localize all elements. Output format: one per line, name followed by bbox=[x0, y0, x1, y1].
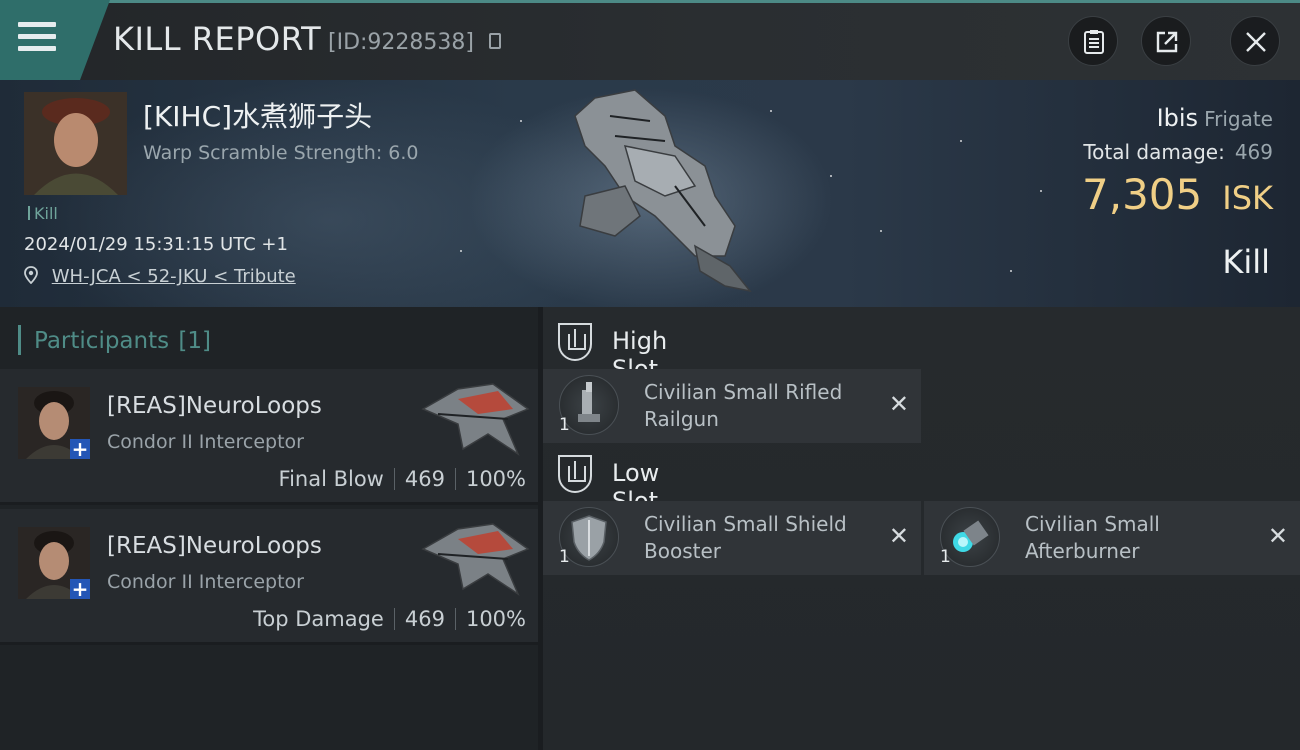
participant-ship: Condor II Interceptor bbox=[107, 571, 304, 593]
add-contact-icon[interactable]: + bbox=[70, 439, 90, 459]
victim-name: [KIHC]水煮狮子头 bbox=[143, 100, 373, 133]
total-damage: Total damage: 469 bbox=[1083, 140, 1273, 164]
participant-ship-image bbox=[421, 523, 530, 597]
module-item[interactable]: 1 Civilian Small Shield Booster ✕ bbox=[543, 501, 921, 575]
participants-label: Participants bbox=[34, 328, 170, 354]
module-quantity: 1 bbox=[940, 547, 951, 567]
participant-percent: 100% bbox=[465, 607, 526, 631]
kill-datetime: 2024/01/29 15:31:15 UTC +1 bbox=[24, 234, 288, 255]
module-quantity: 1 bbox=[559, 415, 570, 435]
close-button[interactable] bbox=[1230, 16, 1280, 66]
module-item[interactable]: 1 Civilian Small Rifled Railgun ✕ bbox=[543, 369, 921, 443]
victim-ship-class: Frigate bbox=[1204, 107, 1273, 131]
victim-ship-image bbox=[574, 89, 752, 293]
clipboard-icon bbox=[1084, 30, 1104, 54]
participant-ship-image bbox=[421, 383, 530, 457]
participants-panel: Participants [1] + [REAS]NeuroLoops Cond… bbox=[0, 307, 538, 750]
clipboard-button[interactable] bbox=[1068, 16, 1118, 66]
title-bar-accent bbox=[0, 0, 1300, 3]
participant-name: [REAS]NeuroLoops bbox=[107, 533, 322, 559]
low-slot-icon bbox=[558, 455, 592, 493]
total-damage-label: Total damage: bbox=[1083, 140, 1225, 164]
kill-result: Kill bbox=[1222, 243, 1270, 281]
participant-name: [REAS]NeuroLoops bbox=[107, 393, 322, 419]
participant-portrait[interactable]: + bbox=[18, 527, 90, 599]
isk-unit: ISK bbox=[1222, 179, 1273, 217]
participant-stats: Final Blow 469 100% bbox=[279, 467, 526, 491]
module-quantity: 1 bbox=[559, 547, 570, 567]
participant-row[interactable]: + [REAS]NeuroLoops Condor II Interceptor… bbox=[0, 509, 538, 645]
participant-damage: 469 bbox=[404, 467, 445, 491]
isk-value: 7,305 bbox=[1082, 170, 1203, 219]
participant-role: Top Damage bbox=[253, 607, 384, 631]
total-damage-value: 469 bbox=[1234, 140, 1273, 164]
close-icon bbox=[1246, 32, 1266, 52]
kill-tag: Kill bbox=[28, 204, 58, 223]
module-name: Civilian Small Afterburner bbox=[1025, 512, 1160, 563]
close-icon[interactable]: ✕ bbox=[1268, 524, 1288, 548]
menu-button[interactable] bbox=[0, 0, 110, 80]
module-item[interactable]: 1 Civilian Small Afterburner ✕ bbox=[924, 501, 1300, 575]
isk-value-display: 7,305 ISK bbox=[1082, 170, 1273, 219]
page-title: KILL REPORT bbox=[113, 20, 322, 58]
victim-portrait[interactable] bbox=[24, 92, 127, 195]
high-slot-icon bbox=[558, 323, 592, 361]
participant-stats: Top Damage 469 100% bbox=[253, 607, 526, 631]
fitting-panel: High Slot 1 Civilian Small Rifled Railgu… bbox=[538, 307, 1300, 750]
participants-header: Participants [1] bbox=[18, 325, 211, 357]
participant-percent: 100% bbox=[465, 467, 526, 491]
copy-icon[interactable] bbox=[489, 33, 501, 49]
victim-ship-name: Ibis bbox=[1156, 104, 1199, 132]
kill-location[interactable]: WH-JCA < 52-JKU < Tribute bbox=[24, 266, 296, 287]
participant-portrait[interactable]: + bbox=[18, 387, 90, 459]
participant-ship: Condor II Interceptor bbox=[107, 431, 304, 453]
close-icon[interactable]: ✕ bbox=[889, 392, 909, 416]
close-icon[interactable]: ✕ bbox=[889, 524, 909, 548]
participants-count: [1] bbox=[178, 328, 212, 354]
victim-ship: Ibis Frigate bbox=[1157, 104, 1273, 132]
title-bar: KILL REPORT [ID:9228538] bbox=[0, 0, 1300, 80]
participant-row[interactable]: + [REAS]NeuroLoops Condor II Interceptor… bbox=[0, 369, 538, 505]
share-button[interactable] bbox=[1141, 16, 1191, 66]
warp-scramble-strength: Warp Scramble Strength: 6.0 bbox=[143, 142, 419, 164]
add-contact-icon[interactable]: + bbox=[70, 579, 90, 599]
external-link-icon bbox=[1156, 31, 1178, 53]
participant-damage: 469 bbox=[404, 607, 445, 631]
location-pin-icon bbox=[24, 266, 38, 285]
victim-avatar-icon bbox=[24, 92, 127, 195]
participant-role: Final Blow bbox=[278, 467, 384, 491]
location-link[interactable]: WH-JCA < 52-JKU < Tribute bbox=[52, 266, 296, 287]
module-name: Civilian Small Rifled Railgun bbox=[644, 380, 843, 431]
kill-id: [ID:9228538] bbox=[328, 30, 474, 55]
kill-banner: [KIHC]水煮狮子头 Warp Scramble Strength: 6.0 … bbox=[0, 80, 1300, 307]
module-name: Civilian Small Shield Booster bbox=[644, 512, 847, 563]
